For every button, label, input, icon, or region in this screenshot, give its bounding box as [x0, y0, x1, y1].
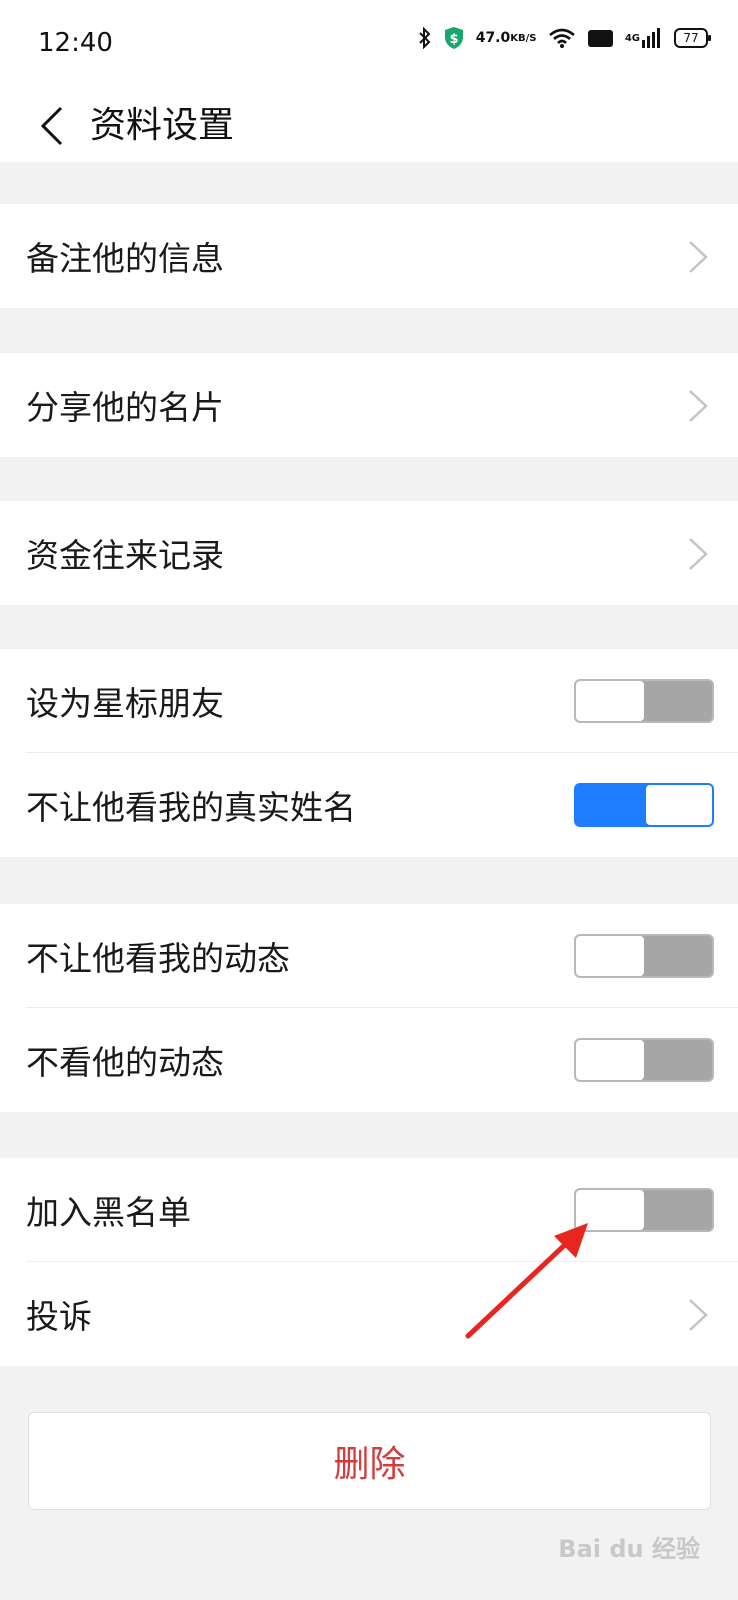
hide-my-moments-row: 不让他看我的动态 [0, 904, 738, 1008]
row-label: 投诉 [26, 1297, 92, 1336]
row-label: 不让他看我的真实姓名 [26, 788, 356, 827]
settings-group: 加入黑名单 投诉 [0, 1158, 738, 1366]
star-friend-row: 设为星标朋友 [0, 649, 738, 753]
transaction-records-row[interactable]: 资金往来记录 [0, 501, 738, 605]
remark-info-row[interactable]: 备注他的信息 [0, 204, 738, 308]
row-label: 备注他的信息 [26, 239, 224, 278]
status-icons: $ 47.0 KB/S HD 4G 77 [418, 26, 711, 50]
toggle-knob [576, 936, 644, 976]
row-label: 设为星标朋友 [26, 684, 224, 723]
hide-his-moments-toggle[interactable] [574, 1038, 714, 1082]
chevron-right-icon [689, 241, 708, 273]
blacklist-row: 加入黑名单 [0, 1158, 738, 1262]
hd-icon: HD [588, 29, 613, 47]
share-card-row[interactable]: 分享他的名片 [0, 353, 738, 457]
toggle-knob [646, 785, 712, 825]
net-speed-unit: KB/S [510, 32, 537, 44]
row-label: 加入黑名单 [26, 1193, 191, 1232]
header-bar: 资料设置 [0, 90, 738, 162]
settings-group: 设为星标朋友 不让他看我的真实姓名 [0, 649, 738, 857]
toggle-knob [576, 1190, 644, 1230]
row-label: 资金往来记录 [26, 536, 224, 575]
net-speed: 47.0 KB/S [475, 29, 537, 46]
bluetooth-icon [418, 27, 432, 49]
settings-group: 备注他的信息 [0, 204, 738, 308]
hide-real-name-row: 不让他看我的真实姓名 [0, 753, 738, 857]
settings-group: 不让他看我的动态 不看他的动态 [0, 904, 738, 1112]
settings-group: 分享他的名片 [0, 353, 738, 457]
row-label: 分享他的名片 [26, 388, 224, 427]
delete-button-label: 删除 [333, 1444, 406, 1485]
toggle-knob [576, 1040, 644, 1080]
row-label: 不看他的动态 [26, 1043, 224, 1082]
back-button[interactable] [26, 100, 78, 152]
status-bar: 12:40 $ 47.0 KB/S HD 4G 77 [0, 0, 738, 90]
shield-icon: $ [444, 26, 464, 50]
status-time: 12:40 [38, 28, 113, 58]
blacklist-toggle[interactable] [574, 1188, 714, 1232]
chevron-left-icon [40, 106, 63, 146]
net-speed-value: 47.0 [475, 29, 511, 46]
svg-text:$: $ [449, 32, 458, 47]
row-label: 不让他看我的动态 [26, 939, 290, 978]
complaint-row[interactable]: 投诉 [0, 1262, 738, 1366]
chevron-right-icon [689, 390, 708, 422]
page-title: 资料设置 [90, 105, 235, 146]
chevron-right-icon [689, 538, 708, 570]
toggle-knob [576, 681, 644, 721]
network-type: 4G [624, 32, 640, 44]
settings-group: 资金往来记录 [0, 501, 738, 605]
wifi-icon [548, 27, 576, 49]
chevron-right-icon [689, 1299, 708, 1331]
hide-my-moments-toggle[interactable] [574, 934, 714, 978]
hide-real-name-toggle[interactable] [574, 783, 714, 827]
battery-icon: 77 [674, 28, 711, 48]
delete-button[interactable]: 删除 [28, 1412, 711, 1510]
star-friend-toggle[interactable] [574, 679, 714, 723]
hide-his-moments-row: 不看他的动态 [0, 1008, 738, 1112]
watermark: Bai du 经验 [558, 1535, 700, 1563]
signal-icon: 4G [625, 28, 662, 48]
